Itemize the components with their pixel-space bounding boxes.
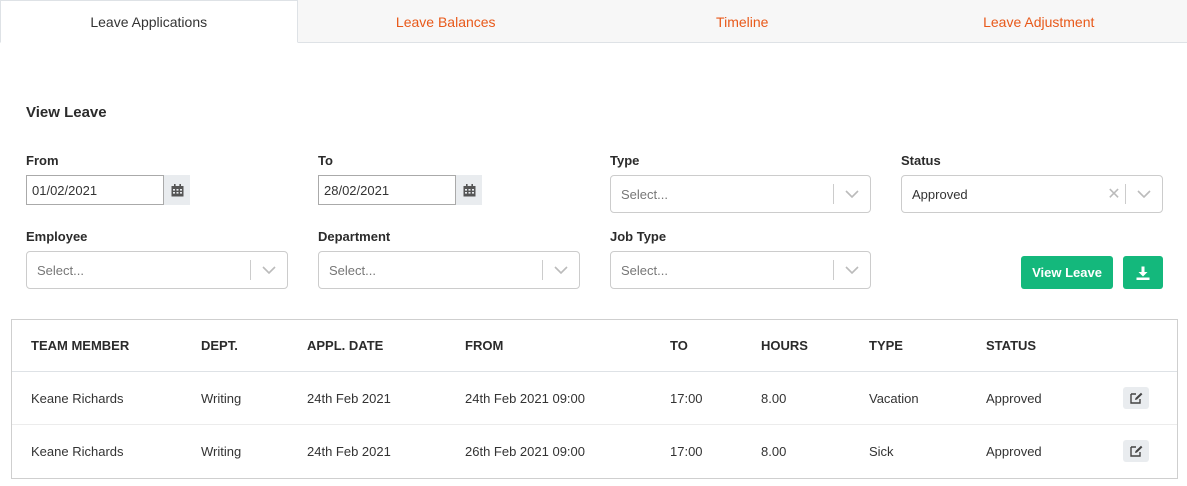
department-label: Department [318, 229, 391, 244]
leave-table: TEAM MEMBER DEPT. APPL. DATE FROM TO HOU… [11, 319, 1178, 479]
chevron-down-icon[interactable] [1126, 176, 1162, 212]
status-cell: Approved [986, 390, 1042, 406]
to-cell: 17:00 [670, 390, 703, 406]
from-cell: 26th Feb 2021 09:00 [465, 444, 585, 459]
job-type-select-value: Select... [621, 262, 668, 278]
column-header: FROM [465, 338, 504, 353]
team-member-cell: Keane Richards [31, 444, 124, 459]
to-date-input[interactable]: 28/02/2021 [318, 175, 456, 205]
chevron-down-icon[interactable] [251, 252, 287, 288]
from-label: From [26, 153, 59, 168]
status-label: Status [901, 153, 941, 168]
column-header: APPL. DATE [307, 338, 384, 353]
tab-leave-applications[interactable]: Leave Applications [0, 0, 298, 43]
appl-date-cell: 24th Feb 2021 [307, 390, 391, 406]
section-title: View Leave [26, 104, 107, 121]
status-select[interactable]: Approved ✕ [901, 175, 1163, 213]
chevron-down-icon[interactable] [543, 252, 579, 288]
employee-select-value: Select... [37, 262, 84, 278]
status-select-value: Approved [912, 186, 968, 202]
appl-date-cell: 24th Feb 2021 [307, 444, 391, 459]
type-label: Type [610, 153, 640, 168]
type-cell: Sick [869, 444, 894, 459]
edit-icon [1129, 445, 1143, 457]
job-type-label: Job Type [610, 229, 667, 244]
to-label: To [318, 153, 333, 168]
edit-icon [1129, 392, 1143, 404]
calendar-icon[interactable] [164, 175, 190, 205]
tab-bar: Leave Applications Leave Balances Timeli… [0, 0, 1187, 43]
view-leave-button[interactable]: View Leave [1021, 256, 1113, 289]
table-header: TEAM MEMBER DEPT. APPL. DATE FROM TO HOU… [12, 320, 1177, 372]
clear-icon[interactable]: ✕ [1103, 184, 1125, 204]
edit-button[interactable] [1123, 440, 1149, 462]
employee-select[interactable]: Select... [26, 251, 288, 289]
table-row: Keane Richards Writing 24th Feb 2021 24t… [12, 372, 1177, 425]
type-select-value: Select... [621, 186, 668, 202]
column-header: TEAM MEMBER [31, 338, 130, 353]
department-select[interactable]: Select... [318, 251, 580, 289]
hours-cell: 8.00 [761, 444, 787, 459]
department-select-value: Select... [329, 262, 376, 278]
tab-timeline[interactable]: Timeline [594, 0, 891, 43]
calendar-icon[interactable] [456, 175, 482, 205]
to-date-group: 28/02/2021 [318, 175, 482, 205]
column-header: STATUS [986, 338, 1037, 353]
tab-leave-balances[interactable]: Leave Balances [298, 0, 595, 43]
download-button[interactable] [1123, 256, 1163, 289]
column-header: DEPT. [201, 338, 238, 353]
download-icon [1136, 266, 1150, 280]
dept-cell: Writing [201, 444, 242, 459]
team-member-cell: Keane Richards [31, 390, 124, 406]
chevron-down-icon[interactable] [834, 252, 870, 288]
table-row: Keane Richards Writing 24th Feb 2021 26t… [12, 425, 1177, 478]
type-select[interactable]: Select... [610, 175, 871, 213]
column-header: HOURS [761, 338, 808, 353]
tab-leave-adjustment[interactable]: Leave Adjustment [891, 0, 1187, 43]
dept-cell: Writing [201, 390, 242, 406]
job-type-select[interactable]: Select... [610, 251, 871, 289]
employee-label: Employee [26, 229, 88, 244]
to-cell: 17:00 [670, 444, 703, 459]
from-date-input[interactable]: 01/02/2021 [26, 175, 164, 205]
column-header: TYPE [869, 338, 903, 353]
chevron-down-icon[interactable] [834, 176, 870, 212]
edit-button[interactable] [1123, 387, 1149, 409]
hours-cell: 8.00 [761, 390, 787, 406]
from-cell: 24th Feb 2021 09:00 [465, 390, 585, 406]
type-cell: Vacation [869, 390, 919, 406]
column-header: TO [670, 338, 688, 353]
status-cell: Approved [986, 444, 1042, 459]
from-date-group: 01/02/2021 [26, 175, 190, 205]
